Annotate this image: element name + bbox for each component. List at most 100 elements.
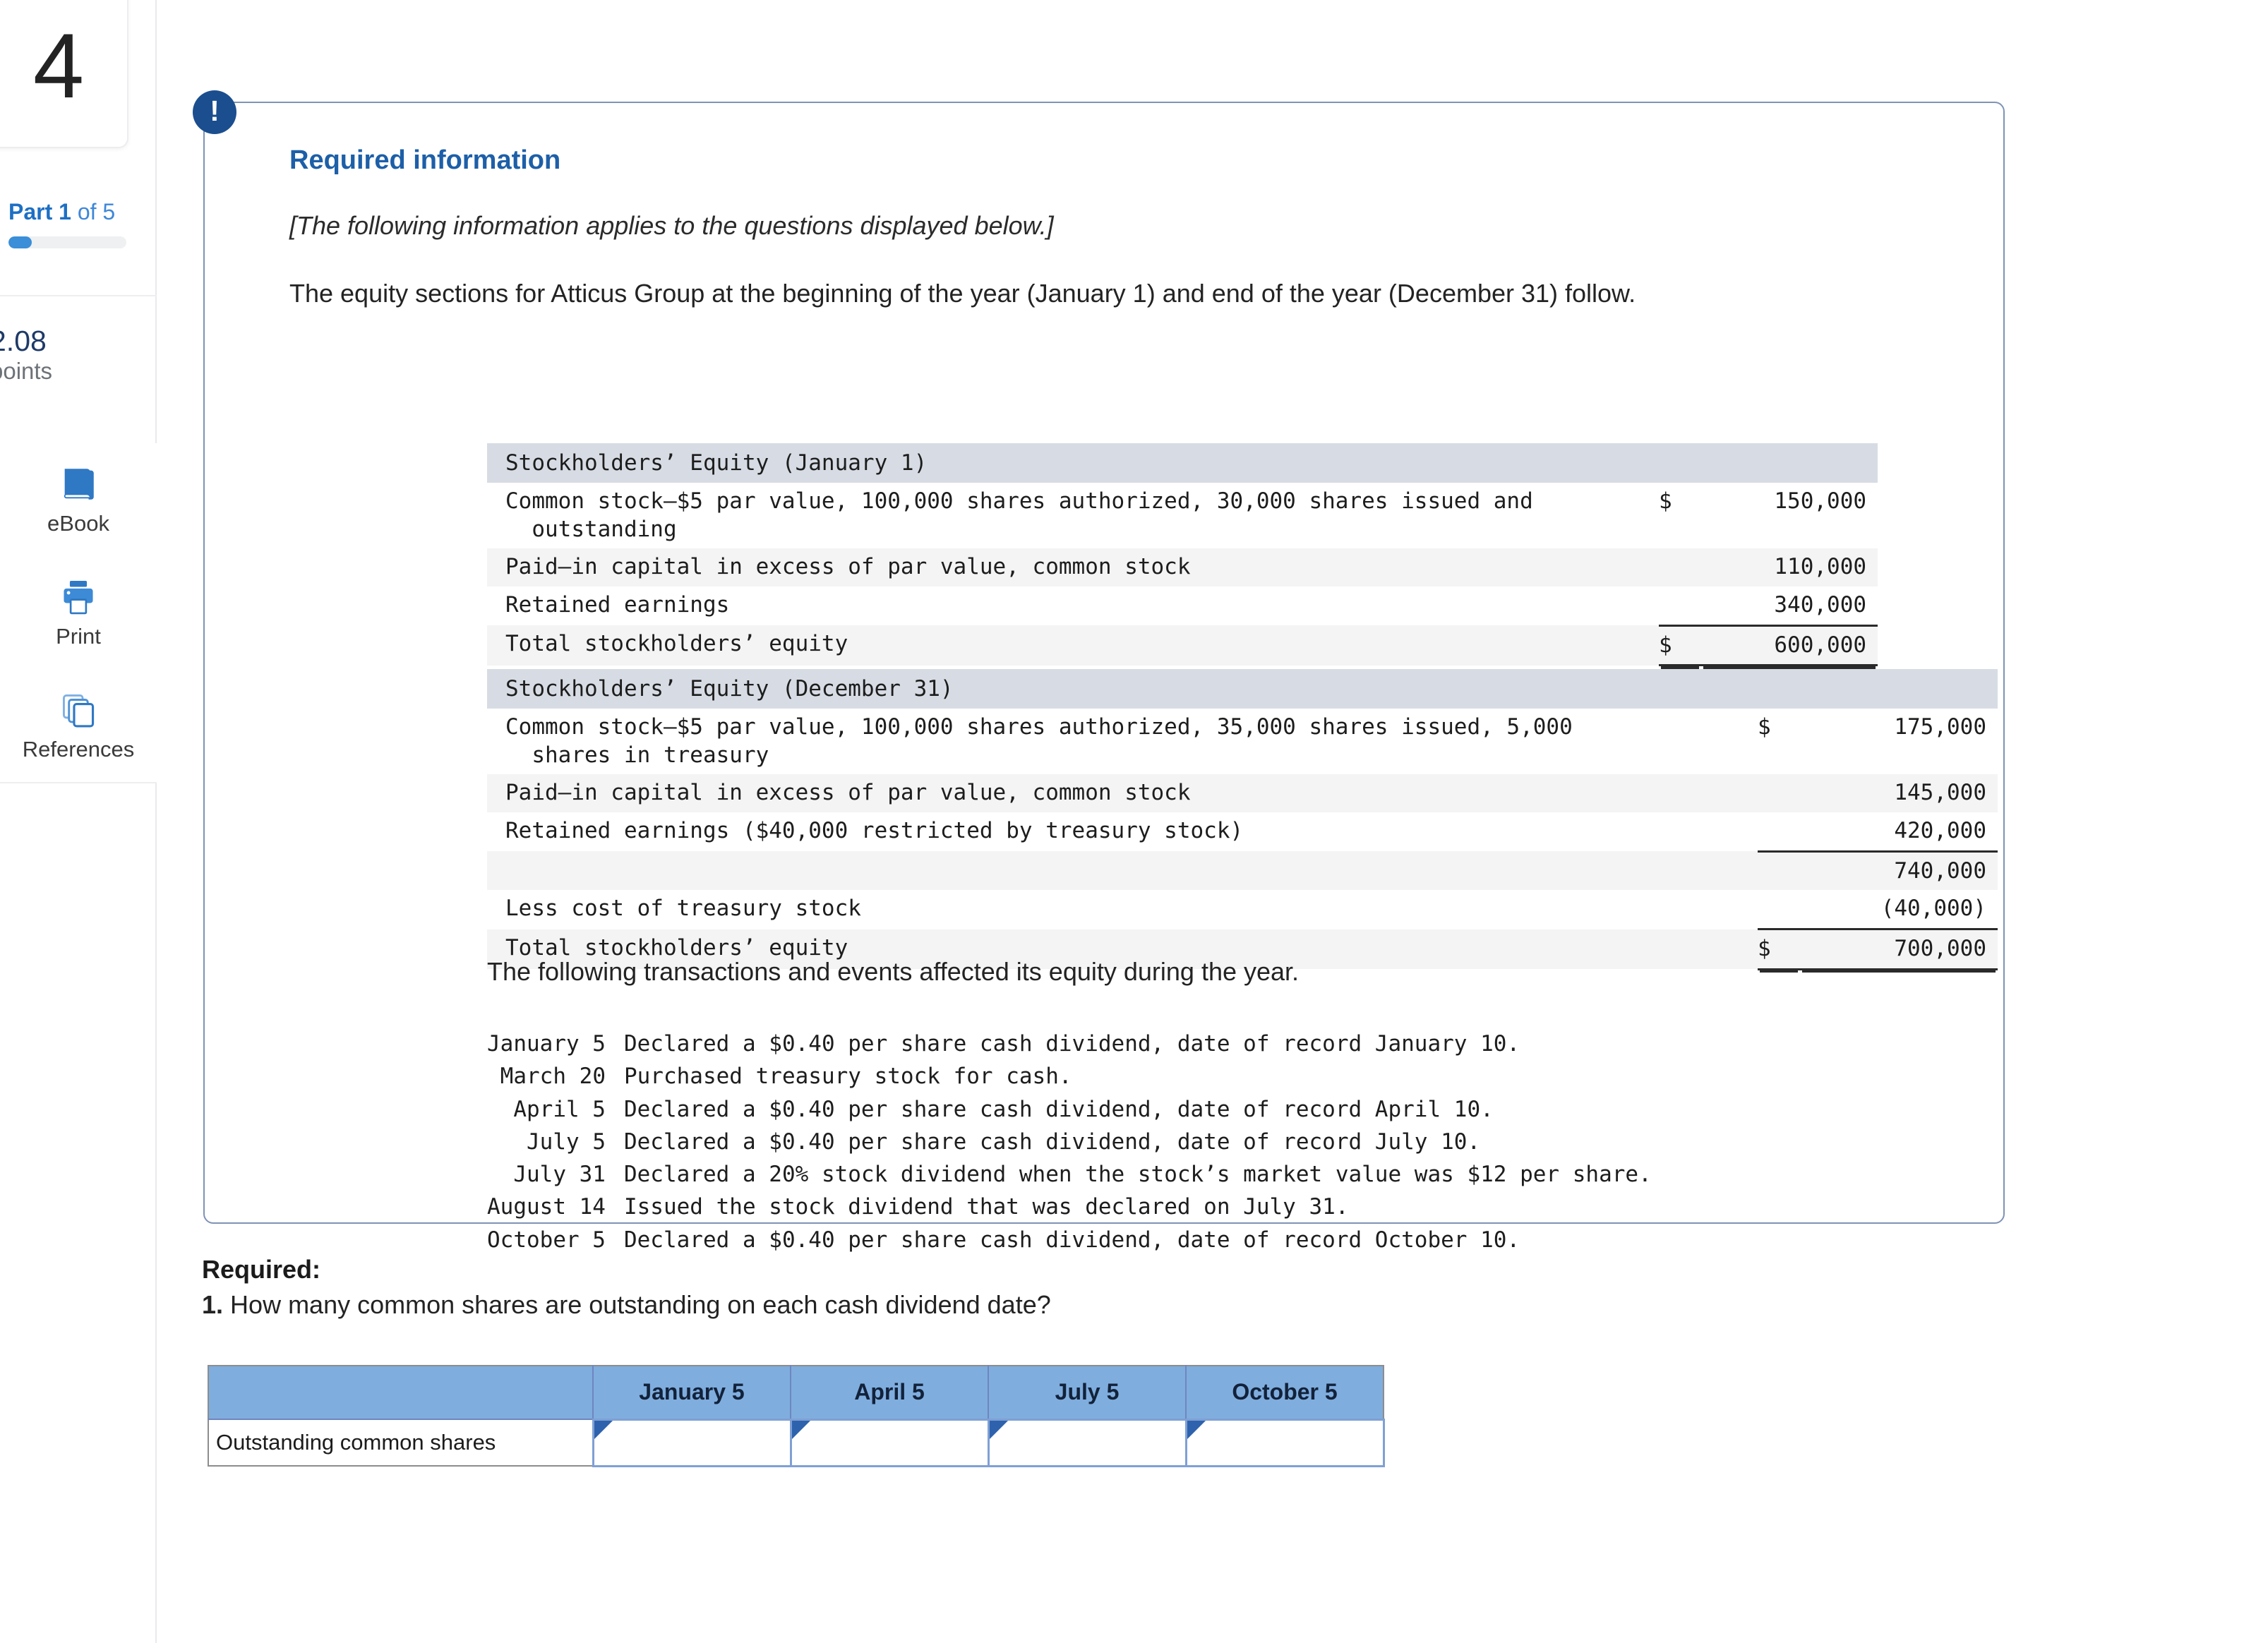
transactions-list: January 5 Declared a $0.40 per share cash…	[487, 1028, 1652, 1256]
sidebar-divider-1	[0, 295, 157, 296]
transaction-detail: Declared a $0.40 per share cash dividend…	[623, 1031, 1520, 1057]
part-label: Part 1 of 5	[8, 199, 157, 225]
equity-row-amount: 145,000	[1894, 780, 1986, 806]
cell-marker-icon	[791, 1420, 810, 1439]
answer-column-header-2: April 5	[790, 1365, 989, 1420]
transaction-detail: Declared a $0.40 per share cash dividend…	[623, 1129, 1481, 1155]
points-block: 2.08 points	[0, 325, 152, 385]
table-row: Less cost of treasury stock (40,000)	[487, 890, 1998, 931]
equity-row-label: Retained earnings ($40,000 restricted by…	[505, 818, 1244, 844]
transaction-row: March 20 Purchased treasury stock for cas…	[487, 1060, 1652, 1093]
equity-table-header: Stockholders’ Equity (January 1)	[487, 443, 1878, 483]
transaction-date: August 14	[487, 1194, 606, 1220]
equity-row-label: Retained earnings	[505, 592, 730, 618]
answer-input-cell-2[interactable]	[789, 1418, 990, 1467]
answer-column-header-1: January 5	[592, 1365, 791, 1420]
part-suffix: of 5	[77, 199, 116, 224]
book-icon	[58, 464, 99, 505]
equity-row-currency	[1758, 890, 1800, 931]
equity-row-currency: $	[1659, 625, 1701, 667]
transaction-date: July 5	[527, 1129, 606, 1155]
equity-row-currency	[1758, 851, 1800, 890]
answer-table-corner	[208, 1365, 594, 1420]
table-row: Paid—in capital in excess of par value, …	[487, 548, 1878, 587]
transaction-row: July 5 Declared a $0.40 per share cash di…	[487, 1126, 1652, 1158]
answer-input-cell-3[interactable]	[987, 1418, 1187, 1467]
transaction-row: July 31 Declared a 20% stock dividend whe…	[487, 1158, 1651, 1191]
equity-december-body: Stockholders’ Equity (December 31) Common…	[487, 669, 1998, 970]
equity-row-label: Paid—in capital in excess of par value, …	[505, 780, 1191, 806]
points-unit: points	[0, 358, 53, 385]
transaction-row: April 5 Declared a $0.40 per share cash d…	[487, 1093, 1652, 1126]
cell-marker-icon	[989, 1420, 1008, 1439]
table-row: Common stock—$5 par value, 100,000 share…	[487, 483, 1878, 548]
answer-input-cell-1[interactable]	[592, 1418, 792, 1467]
equity-row-amount: 600,000	[1701, 625, 1878, 667]
required-question: 1. How many common shares are outstandin…	[202, 1290, 1051, 1320]
transaction-date: July 31	[513, 1162, 606, 1188]
transaction-detail: Declared a $0.40 per share cash dividend…	[623, 1227, 1520, 1253]
references-label: References	[22, 736, 135, 762]
equity-row-currency	[1758, 812, 1800, 853]
required-heading: Required:	[202, 1255, 321, 1284]
transaction-date: January 5	[487, 1031, 606, 1057]
equity-january-body: Stockholders’ Equity (January 1) Common s…	[487, 443, 1878, 667]
table-row: Paid—in capital in excess of par value, …	[487, 774, 1998, 813]
part-prefix: Part	[8, 199, 53, 224]
transaction-detail: Purchased treasury stock for cash.	[623, 1064, 1072, 1090]
outstanding-shares-input-2[interactable]	[791, 1420, 988, 1465]
equity-table-january: Stockholders’ Equity (January 1) Common s…	[487, 443, 1878, 667]
equity-row-amount: 175,000	[1894, 714, 1986, 740]
equity-row-label: Common stock—$5 par value, 100,000 share…	[505, 488, 1533, 542]
pages-icon	[58, 690, 99, 730]
table-row: 740,000	[487, 851, 1998, 891]
equity-row-amount: 740,000	[1894, 857, 1986, 884]
applies-note: [The following information applies to th…	[289, 211, 1054, 240]
equity-table-december: Stockholders’ Equity (December 31) Common…	[487, 669, 1998, 970]
equity-row-currency	[1659, 548, 1701, 586]
transaction-date: April 5	[513, 1096, 606, 1122]
outstanding-shares-input-4[interactable]	[1187, 1420, 1383, 1465]
answer-table: January 5 April 5 July 5 October 5 Outstand…	[208, 1365, 1385, 1467]
equity-row-currency: $	[1758, 929, 1800, 970]
table-row: Retained earnings ($40,000 restricted by…	[487, 812, 1998, 853]
part-progress: Part 1 of 5	[8, 199, 157, 248]
equity-row-label: Common stock—$5 par value, 100,000 share…	[505, 714, 1573, 768]
transaction-detail: Issued the stock dividend that was decla…	[623, 1194, 1349, 1220]
equity-row-currency: $	[1659, 488, 1672, 514]
cell-marker-icon	[1187, 1420, 1206, 1439]
equity-row-amount: 420,000	[1800, 812, 1998, 853]
outstanding-shares-input-1[interactable]	[594, 1420, 790, 1465]
sidebar-divider-5	[0, 782, 157, 783]
equity-row-currency	[1758, 774, 1800, 812]
table-row: Total stockholders’ equity $600,000	[487, 625, 1878, 667]
equity-row-label: Total stockholders’ equity	[505, 631, 848, 657]
transaction-row: October 5 Declared a $0.40 per share cash…	[487, 1224, 1652, 1256]
print-button[interactable]: Print	[0, 556, 157, 669]
transaction-date: March 20	[500, 1064, 606, 1090]
required-item-text: How many common shares are outstanding o…	[230, 1290, 1051, 1319]
answer-input-cell-4[interactable]	[1184, 1418, 1385, 1467]
equity-row-amount: (40,000)	[1800, 890, 1998, 931]
answer-table-header-row: January 5 April 5 July 5 October 5	[208, 1365, 1384, 1420]
answer-column-header-4: October 5	[1185, 1365, 1384, 1420]
left-sidebar: 4 Part 1 of 5 2.08 points eBook	[0, 0, 157, 1643]
outstanding-shares-input-3[interactable]	[989, 1420, 1185, 1465]
transactions-intro: The following transactions and events af…	[487, 957, 1300, 986]
cell-marker-icon	[594, 1420, 613, 1439]
transaction-row: January 5 Declared a $0.40 per share cash…	[487, 1028, 1652, 1060]
required-information-panel: Required information [The following info…	[203, 102, 2005, 1253]
equity-row-label	[487, 851, 1758, 890]
required-item-number: 1.	[202, 1290, 224, 1319]
equity-row-amount: 150,000	[1774, 488, 1867, 514]
transaction-detail: Declared a $0.40 per share cash dividend…	[623, 1096, 1494, 1122]
ebook-button[interactable]: eBook	[0, 443, 157, 556]
ebook-label: eBook	[47, 510, 109, 536]
table-row: Outstanding common shares	[208, 1418, 1385, 1467]
progress-bar	[8, 236, 126, 248]
references-button[interactable]: References	[0, 669, 157, 782]
part-current: 1	[59, 199, 71, 224]
equity-row-currency: $	[1758, 714, 1771, 740]
points-value: 2.08	[0, 325, 47, 357]
question-number: 4	[32, 14, 84, 117]
